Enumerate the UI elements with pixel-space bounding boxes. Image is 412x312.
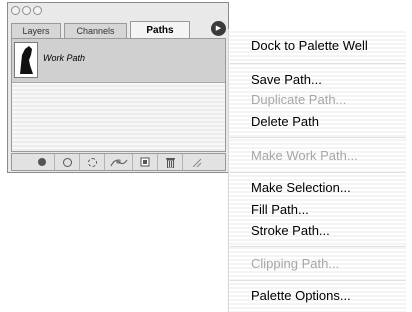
fill-path-icon [38,158,46,166]
palette-tabs: Layers Channels Paths [11,21,226,39]
stroke-path-button[interactable] [55,154,80,170]
menu-item-save-path[interactable]: Save Path... [251,72,322,88]
make-work-path-button[interactable] [105,154,133,170]
stroke-path-icon [62,157,72,167]
tab-channels[interactable]: Channels [64,23,127,38]
resize-grip[interactable] [183,154,208,170]
menu-item-clipping-path: Clipping Path... [251,256,340,271]
menu-item-stroke-path[interactable]: Stroke Path... [251,223,330,239]
palette-bottom-bar [11,153,226,171]
triangle-right-icon: ▶ [215,25,222,32]
zoom-window-dot[interactable] [33,6,42,15]
paths-palette: Layers Channels Paths ▶ Work Path [7,2,229,173]
path-thumbnail [14,42,38,78]
menu-separator [230,63,406,64]
trash-icon [165,157,175,168]
menu-item-duplicate-path: Duplicate Path... [251,92,347,107]
new-path-icon [140,157,150,167]
palette-menu-button[interactable]: ▶ [211,21,226,36]
paths-list: Work Path [11,38,226,152]
menu-item-dock-to-palette-well[interactable]: Dock to Palette Well [251,38,368,54]
tab-layers[interactable]: Layers [11,23,61,38]
menu-separator [230,172,406,173]
menu-item-make-work-path: Make Work Path... [251,148,358,163]
load-selection-icon [87,157,97,167]
tab-paths[interactable]: Paths [130,21,190,39]
path-name: Work Path [43,53,86,63]
path-row-work-path[interactable]: Work Path [12,39,225,83]
menu-item-palette-options[interactable]: Palette Options... [251,288,351,304]
new-path-button[interactable] [133,154,158,170]
make-work-path-icon [110,159,127,167]
minimize-window-dot[interactable] [22,6,31,15]
path-shape-icon [20,46,33,74]
menu-item-make-selection[interactable]: Make Selection... [251,180,351,196]
palette-dropdown-menu: Dock to Palette Well Save Path... Duplic… [228,29,406,312]
menu-separator [230,246,406,247]
menu-separator [230,280,406,281]
menu-separator [230,137,406,138]
close-window-dot[interactable] [11,6,20,15]
menu-item-fill-path[interactable]: Fill Path... [251,202,309,218]
resize-grip-icon [192,158,201,167]
menu-item-delete-path[interactable]: Delete Path [251,114,319,130]
fill-path-button[interactable] [30,154,55,170]
load-selection-button[interactable] [80,154,105,170]
delete-path-button[interactable] [158,154,183,170]
palette-titlebar [8,3,228,17]
